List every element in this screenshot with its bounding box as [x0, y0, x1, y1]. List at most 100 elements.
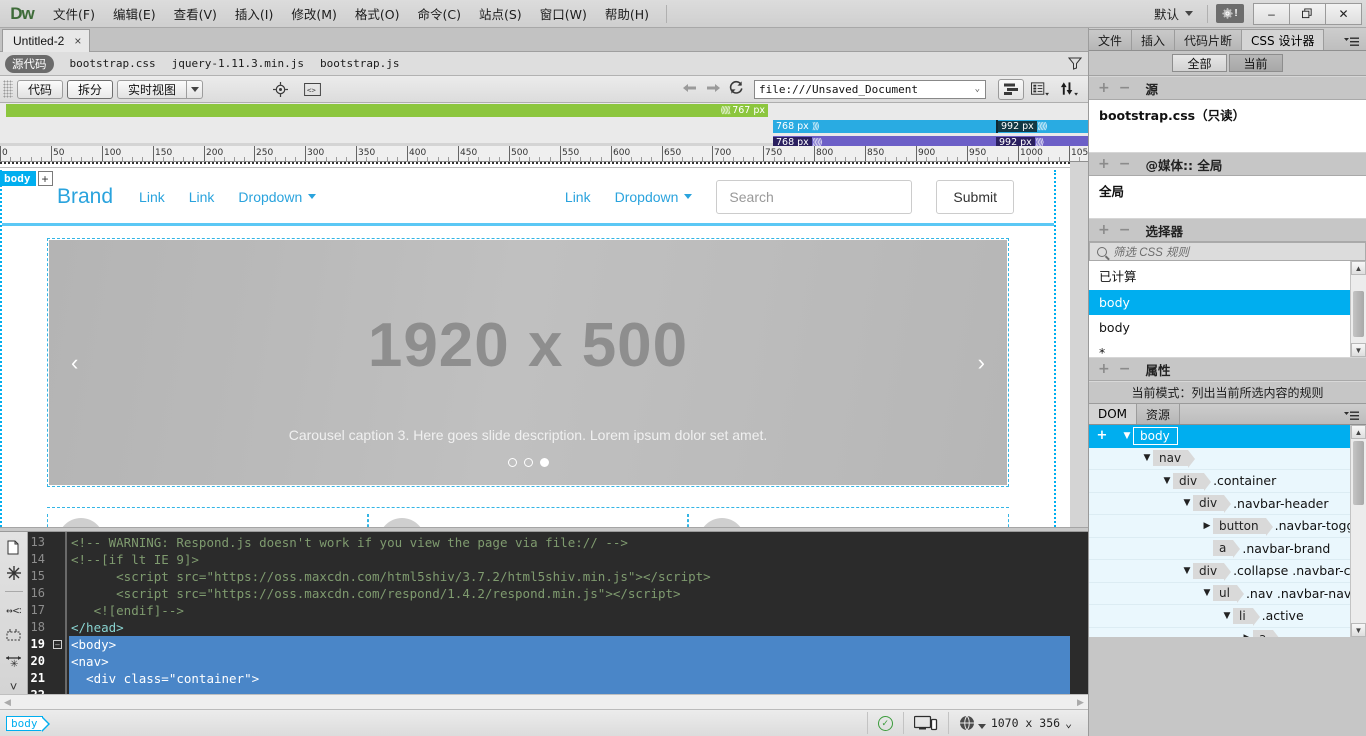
workspace-switcher[interactable]: 默认 — [1148, 1, 1199, 26]
menu-edit[interactable]: 编辑(E) — [104, 0, 165, 27]
tab-css-designer[interactable]: CSS 设计器 — [1241, 29, 1325, 50]
code-line[interactable]: <body> — [69, 636, 1070, 653]
selector-item-body[interactable]: body — [1089, 315, 1366, 340]
tab-insert[interactable]: 插入 — [1131, 29, 1176, 50]
code-line[interactable] — [69, 687, 1070, 694]
tag-selector-body[interactable]: body — [6, 715, 49, 732]
nav-link-2[interactable]: Link — [189, 189, 215, 205]
dom-node[interactable]: ▼ li .active — [1089, 605, 1366, 628]
scroll-up-icon[interactable]: ▲ — [1351, 425, 1366, 439]
menu-commands[interactable]: 命令(C) — [409, 0, 470, 27]
menu-window[interactable]: 窗口(W) — [531, 0, 596, 27]
live-code-icon[interactable] — [998, 78, 1024, 100]
add-selector-icon[interactable]: + — [1098, 222, 1110, 238]
collapse-outside-icon[interactable] — [4, 628, 24, 642]
restore-icon[interactable] — [1289, 2, 1326, 25]
code-navigator-icon[interactable]: <> — [301, 79, 323, 99]
search-input[interactable]: Search — [716, 179, 913, 214]
chevron-down-icon[interactable]: ⌄ — [975, 84, 980, 94]
dom-node[interactable]: ▼ nav — [1089, 448, 1366, 470]
nav-dropdown-right[interactable]: Dropdown — [615, 189, 693, 205]
media-query-768[interactable]: 768 px ⟩⟩⟩⟩ — [773, 120, 936, 133]
source-item-bootstrap[interactable]: bootstrap.css（只读） — [1089, 100, 1366, 129]
dom-node[interactable]: ▶a — [1089, 628, 1366, 637]
panel-menu-icon[interactable] — [1344, 403, 1366, 424]
carousel-dot-3[interactable] — [539, 458, 549, 467]
sources-list[interactable]: bootstrap.css（只读） — [1089, 100, 1366, 152]
media-query-992[interactable]: 992 px ⟩⟩⟩⟩⟩⟩ — [996, 120, 1088, 133]
add-property-icon[interactable]: + — [1098, 361, 1110, 377]
dom-scrollbar[interactable]: ▲ ▼ — [1350, 425, 1366, 637]
chevron-down-icon[interactable]: ▼ — [1221, 611, 1233, 621]
carousel[interactable]: 1920 x 500 Carousel caption 3. Here goes… — [49, 240, 1007, 485]
code-line[interactable]: <nav> — [69, 653, 1070, 670]
chevron-down-icon[interactable]: ▼ — [1201, 588, 1213, 598]
scroll-thumb[interactable] — [1353, 291, 1364, 337]
code-line[interactable]: <!--[if lt IE 9]> — [69, 551, 1070, 568]
scroll-left-icon[interactable]: ◀ — [0, 695, 15, 709]
window-size-selector[interactable]: 1070 x 356 ⌄ — [947, 712, 1082, 734]
menu-insert[interactable]: 插入(I) — [226, 0, 282, 27]
remove-media-icon[interactable]: − — [1119, 156, 1131, 172]
submit-button[interactable]: Submit — [936, 179, 1014, 214]
chevron-down-icon[interactable]: ▼ — [1141, 453, 1153, 463]
chevron-right-icon[interactable]: ▶ — [1201, 521, 1213, 531]
selector-item-body-active[interactable]: body — [1089, 290, 1366, 315]
remove-source-icon[interactable]: − — [1119, 80, 1131, 96]
validation-ok-icon[interactable]: ✓ — [866, 712, 903, 734]
add-media-icon[interactable]: + — [1098, 156, 1110, 172]
scroll-right-icon[interactable]: ▶ — [1073, 695, 1088, 709]
chevron-double-down-icon[interactable]: ˅ — [4, 679, 24, 694]
chevron-down-icon[interactable] — [187, 79, 204, 99]
related-file-bootstrap-js[interactable]: bootstrap.js — [320, 57, 399, 70]
code-line[interactable]: </head> — [69, 619, 1070, 636]
chevron-right-icon[interactable]: › — [978, 350, 985, 376]
scope-all-button[interactable]: 全部 — [1172, 54, 1227, 72]
code-hscrollbar[interactable]: ◀ ▶ — [0, 694, 1088, 709]
filter-icon[interactable] — [1067, 56, 1083, 70]
selectors-scrollbar[interactable]: ▲ ▼ — [1350, 261, 1366, 357]
address-input[interactable]: file:///Unsaved_Document ⌄ — [754, 79, 986, 99]
scroll-thumb[interactable] — [1353, 441, 1364, 505]
code-fold-icon[interactable]: – — [53, 640, 62, 649]
code-view-button[interactable]: 代码 — [17, 79, 64, 99]
minimize-icon[interactable]: – — [1253, 2, 1290, 25]
code-line[interactable]: <script src="https://oss.maxcdn.com/html… — [69, 568, 1070, 585]
expand-all-icon[interactable]: ✳ — [4, 654, 24, 668]
nav-link-right[interactable]: Link — [565, 189, 591, 205]
sort-icon[interactable] — [1056, 79, 1082, 100]
code-lines[interactable]: <!-- WARNING: Respond.js doesn't work if… — [69, 532, 1070, 694]
body-element-badge[interactable]: body + — [0, 170, 53, 187]
related-file-bootstrap-css[interactable]: bootstrap.css — [70, 57, 156, 70]
code-line[interactable]: <![endif]--> — [69, 602, 1070, 619]
close-icon[interactable]: ✕ — [1325, 2, 1362, 25]
gear-icon[interactable]: ! — [1216, 4, 1244, 23]
media-item-global[interactable]: 全局 — [1089, 176, 1366, 205]
selector-item-universal[interactable]: * — [1089, 340, 1366, 357]
design-view[interactable]: body + Brand Link Link Dropdown Link Dro… — [0, 162, 1070, 527]
close-icon[interactable]: × — [74, 34, 81, 48]
selectors-list[interactable]: 已计算 body body * html ▲ ▼ — [1089, 261, 1366, 357]
toolbar-grip[interactable] — [3, 80, 13, 98]
tab-dom[interactable]: DOM — [1088, 403, 1138, 424]
live-view-button[interactable]: 实时视图 — [117, 79, 188, 99]
document-tab[interactable]: Untitled-2 × — [2, 29, 91, 52]
open-documents-icon[interactable] — [4, 540, 24, 555]
menu-view[interactable]: 查看(V) — [165, 0, 226, 27]
selector-filter-input[interactable]: 筛选 CSS 规则 — [1089, 242, 1366, 261]
nav-dropdown-left[interactable]: Dropdown — [238, 189, 317, 205]
tab-assets[interactable]: 资源 — [1136, 403, 1181, 424]
add-source-icon[interactable]: + — [1098, 80, 1110, 96]
live-inspect-icon[interactable] — [269, 79, 291, 99]
menu-format[interactable]: 格式(O) — [346, 0, 409, 27]
dom-node[interactable]: ▼ div .navbar-header — [1089, 493, 1366, 515]
code-line[interactable]: <div class="container"> — [69, 670, 1070, 687]
carousel-dot-1[interactable] — [507, 458, 517, 467]
navbar-brand[interactable]: Brand — [57, 185, 113, 209]
horizontal-ruler[interactable]: 0 50 100 150 200 250 300 350 400 450 500 550 600 650 7… — [0, 146, 1088, 162]
scroll-down-icon[interactable]: ▼ — [1351, 343, 1366, 357]
menu-site[interactable]: 站点(S) — [470, 0, 531, 27]
carousel-dot-2[interactable] — [523, 458, 533, 467]
add-class-icon[interactable]: + — [37, 171, 53, 186]
collapse-selection-icon[interactable]: ↔<> — [4, 603, 24, 617]
